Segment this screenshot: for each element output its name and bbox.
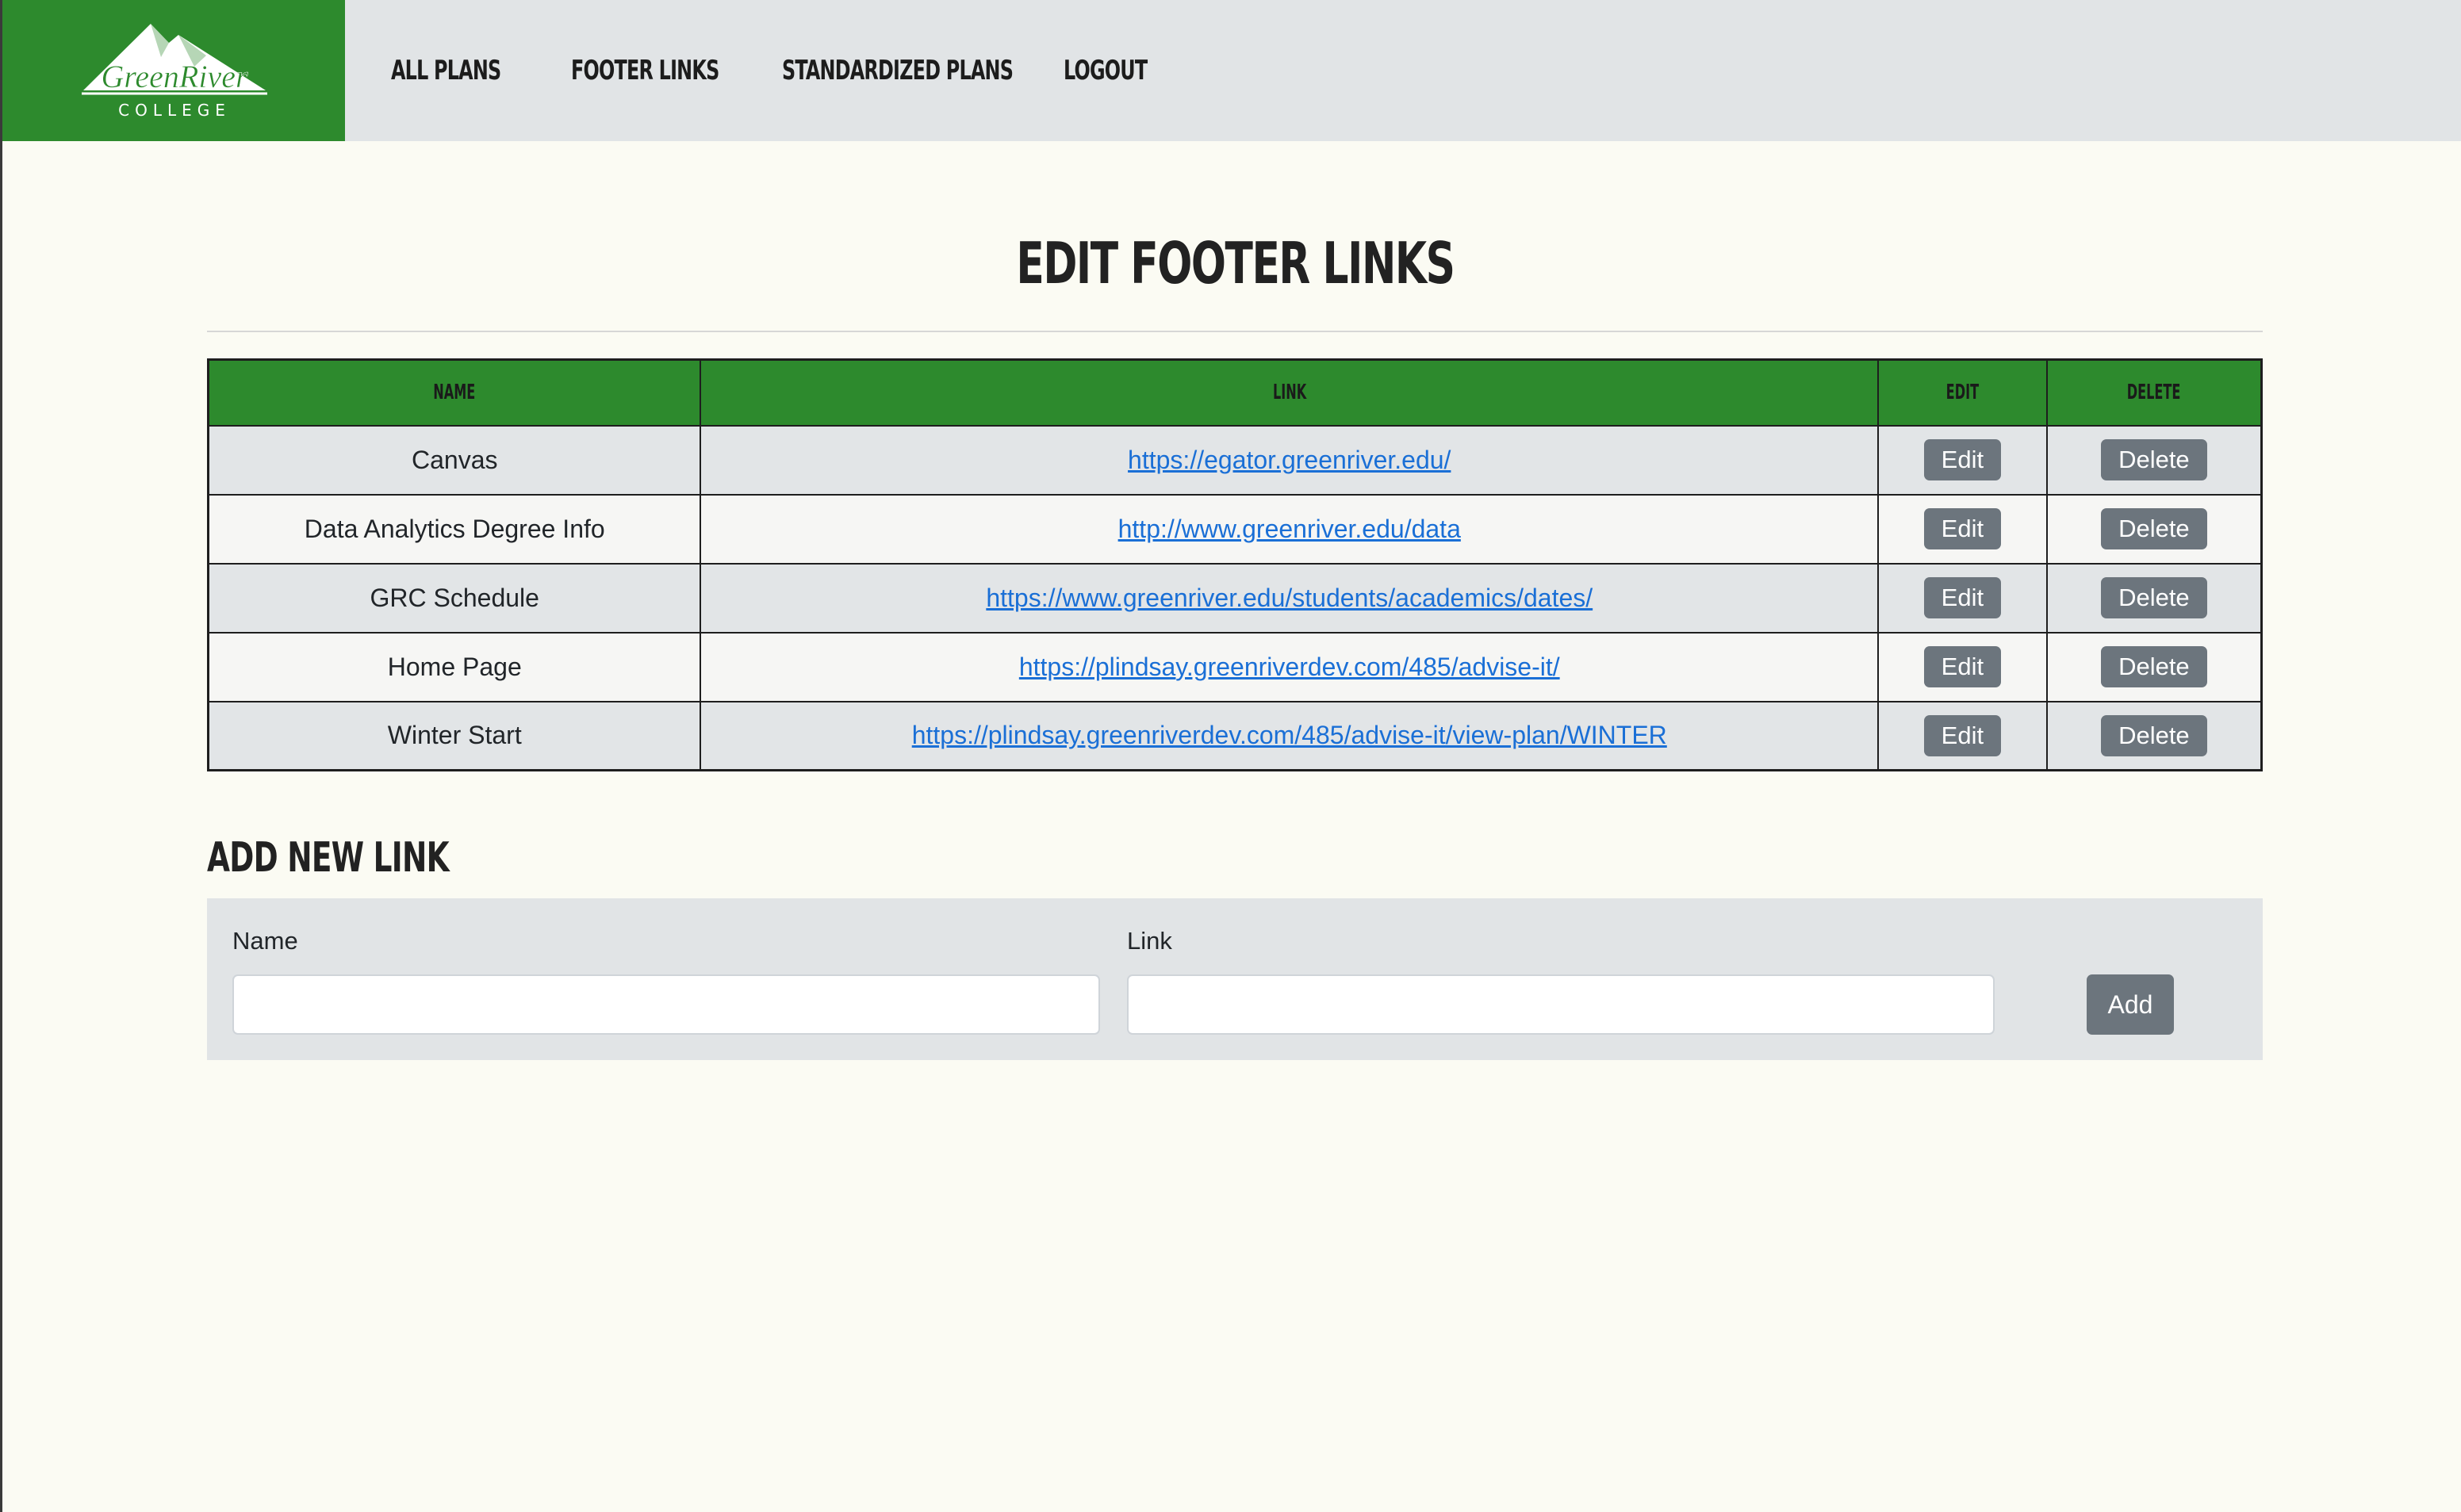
delete-cell: Delete (2045, 562, 2263, 634)
link-name-cell: Winter Start (207, 700, 702, 771)
add-link-form: Name Link Add (207, 898, 2263, 1060)
page-title-text: Edit Footer Links (1015, 230, 1455, 297)
name-input[interactable] (232, 974, 1100, 1035)
link-url[interactable]: http://www.greenriver.edu/data (1118, 515, 1461, 543)
logo[interactable]: GreenRiver COLLEGE (2, 0, 345, 141)
edit-button[interactable]: Edit (1923, 439, 2002, 480)
logo-text-line1: GreenRiver (101, 59, 248, 94)
page: GreenRiver COLLEGE All Plans Footer Link… (0, 0, 2461, 1512)
edit-cell: Edit (1877, 493, 2048, 565)
delete-cell: Delete (2045, 700, 2263, 771)
nav-logout[interactable]: Logout (1064, 51, 1148, 90)
footer-links-table: Name Link Edit Delete Canvas https://ega… (207, 358, 2263, 771)
table-row: GRC Schedule https://www.greenriver.edu/… (207, 562, 2263, 634)
column-header-delete: Delete (2045, 358, 2263, 427)
link-url[interactable]: https://egator.greenriver.edu/ (1128, 446, 1451, 474)
edit-button[interactable]: Edit (1923, 646, 2002, 687)
delete-cell: Delete (2045, 631, 2263, 702)
link-url[interactable]: https://plindsay.greenriverdev.com/485/a… (1019, 653, 1560, 681)
name-field-label: Name (232, 927, 298, 955)
table-row: Data Analytics Degree Info http://www.gr… (207, 493, 2263, 565)
page-title: Edit Footer Links (207, 230, 2263, 297)
edit-button[interactable]: Edit (1923, 508, 2002, 549)
edit-cell: Edit (1877, 631, 2048, 702)
delete-button[interactable]: Delete (2101, 439, 2207, 480)
title-divider (207, 331, 2263, 332)
nav-standardized-plans[interactable]: Standardized Plans (782, 51, 1014, 90)
table-header-row: Name Link Edit Delete (207, 358, 2263, 427)
link-field-label: Link (1127, 927, 1172, 955)
delete-button[interactable]: Delete (2101, 508, 2207, 549)
link-url-cell: https://plindsay.greenriverdev.com/485/a… (700, 631, 1879, 702)
edit-cell: Edit (1877, 700, 2048, 771)
column-header-name: Name (207, 358, 702, 427)
delete-button[interactable]: Delete (2101, 646, 2207, 687)
link-name-cell: Home Page (207, 631, 702, 702)
green-river-college-logo: GreenRiver COLLEGE (82, 24, 267, 120)
link-url-cell: http://www.greenriver.edu/data (700, 493, 1879, 565)
link-url[interactable]: https://plindsay.greenriverdev.com/485/a… (912, 721, 1667, 749)
delete-cell: Delete (2045, 493, 2263, 565)
nav-all-plans[interactable]: All Plans (391, 51, 501, 90)
link-url[interactable]: https://www.greenriver.edu/students/acad… (986, 584, 1593, 612)
column-header-link: Link (700, 358, 1879, 427)
top-navbar: GreenRiver COLLEGE All Plans Footer Link… (2, 0, 2461, 141)
link-url-cell: https://egator.greenriver.edu/ (700, 424, 1879, 496)
link-name-cell: Data Analytics Degree Info (207, 493, 702, 565)
link-url-cell: https://www.greenriver.edu/students/acad… (700, 562, 1879, 634)
link-name-cell: Canvas (207, 424, 702, 496)
nav-footer-links[interactable]: Footer Links (571, 51, 719, 90)
column-header-edit: Edit (1877, 358, 2048, 427)
edit-cell: Edit (1877, 424, 2048, 496)
add-new-link-heading: Add New Link (207, 834, 450, 882)
link-input[interactable] (1127, 974, 1995, 1035)
edit-button[interactable]: Edit (1923, 714, 2002, 756)
table-row: Home Page https://plindsay.greenriverdev… (207, 631, 2263, 702)
add-button[interactable]: Add (2087, 974, 2174, 1035)
table-row: Canvas https://egator.greenriver.edu/ Ed… (207, 424, 2263, 496)
table-row: Winter Start https://plindsay.greenriver… (207, 700, 2263, 771)
link-name-cell: GRC Schedule (207, 562, 702, 634)
logo-text-line2: COLLEGE (118, 101, 231, 120)
link-url-cell: https://plindsay.greenriverdev.com/485/a… (700, 700, 1879, 771)
delete-cell: Delete (2045, 424, 2263, 496)
edit-cell: Edit (1877, 562, 2048, 634)
delete-button[interactable]: Delete (2101, 714, 2207, 756)
edit-button[interactable]: Edit (1923, 577, 2002, 618)
delete-button[interactable]: Delete (2101, 577, 2207, 618)
